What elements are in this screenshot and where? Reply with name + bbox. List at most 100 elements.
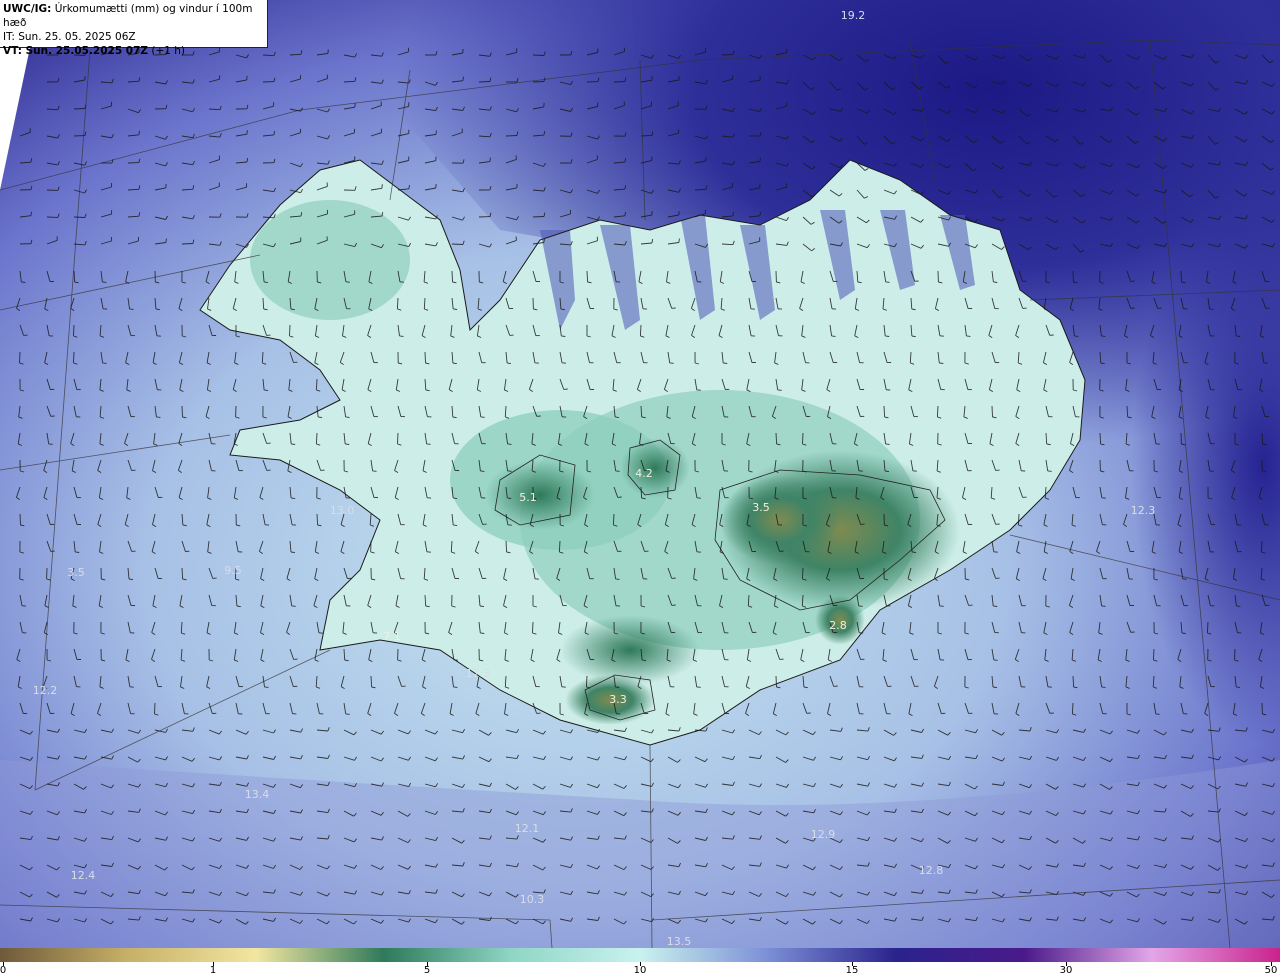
wind-barb — [1071, 702, 1074, 715]
wind-barb — [451, 270, 453, 283]
wind-barb — [73, 108, 86, 110]
wind-barb — [451, 243, 464, 245]
colorbar-tick-label: 10 — [633, 965, 647, 976]
wind-barb — [478, 81, 491, 83]
wind-barb-feather — [75, 551, 80, 553]
precip-value-label: 12.8 — [919, 864, 944, 877]
wind-barb — [370, 675, 373, 688]
wind-barb — [397, 432, 399, 445]
wind-barb-feather — [966, 335, 971, 337]
info-line-2: IT: Sun. 25. 05. 2025 06Z — [3, 31, 136, 43]
wind-barb — [775, 675, 777, 688]
lead-time: (+1 h) — [148, 45, 186, 57]
wind-barb-feather — [479, 605, 485, 608]
wind-barb-feather — [993, 605, 998, 607]
wind-barb — [19, 351, 21, 364]
wind-barb-feather — [678, 238, 680, 243]
wind-barb-feather — [480, 470, 485, 472]
wind-barb — [775, 432, 778, 445]
wind-barb-feather — [615, 578, 620, 580]
wind-barb-feather — [624, 211, 626, 216]
wind-barb — [181, 567, 184, 580]
wind-barb-feather — [345, 416, 350, 418]
map-info-box: UWC/IG: Úrkomumætti (mm) og vindur í 100… — [0, 0, 268, 57]
wind-barb-feather — [507, 443, 512, 445]
colorbar: 0 1 5 10 15 30 50 — [0, 948, 1280, 978]
precip-value-label: 2.8 — [829, 619, 847, 632]
wind-barb — [991, 405, 993, 418]
weather-map: 19.2 12.3 13.0 9.5 3.5 5.1 4.2 3.5 2.8 3.3 7.1 12.3… — [0, 0, 1280, 948]
colorbar-tick-label: 0 — [0, 965, 7, 976]
wind-barb — [181, 243, 194, 245]
wind-barb — [612, 513, 615, 526]
wind-barb-feather — [1236, 605, 1241, 607]
wind-barb — [1072, 675, 1075, 688]
wind-barb-feather — [453, 308, 458, 310]
wind-barb-feather — [291, 443, 296, 445]
wind-barb-feather — [453, 686, 458, 688]
wind-barb — [1152, 648, 1155, 661]
wind-barb-feather — [138, 130, 140, 135]
wind-barb — [532, 81, 545, 83]
precip-value-label: 12.3 — [466, 667, 491, 680]
wind-barb-feather — [246, 158, 249, 163]
precip-value-label: 19.2 — [841, 9, 866, 22]
wind-barb-feather — [290, 551, 296, 554]
colorbar-tick-label: 1 — [209, 965, 217, 976]
wind-barb-feather — [489, 157, 491, 162]
wind-barb-feather — [939, 362, 944, 364]
wind-barb — [640, 486, 643, 499]
precip-value-label: 13.0 — [330, 504, 355, 517]
precip-value-label: 9.5 — [224, 564, 242, 577]
colorbar-strip — [0, 948, 1280, 962]
wind-barb — [1099, 432, 1102, 445]
wind-barb — [1260, 540, 1263, 553]
wind-barb — [181, 405, 183, 418]
wind-barb — [73, 216, 86, 218]
precip-value-label: 4.2 — [635, 467, 653, 480]
precip-value-label: 3.5 — [67, 566, 85, 579]
wind-barb — [1206, 621, 1209, 634]
wind-barb — [1180, 270, 1182, 283]
wind-barb-feather — [128, 578, 134, 581]
wind-barb — [73, 351, 75, 364]
wind-barb-feather — [615, 686, 620, 688]
wind-barb-feather — [1236, 335, 1241, 337]
wind-barb — [802, 567, 804, 580]
colorbar-tick-label: 30 — [1059, 965, 1073, 976]
wind-barb-feather — [462, 76, 464, 81]
wind-barb-feather — [345, 443, 350, 445]
wind-barb — [316, 513, 319, 526]
wind-barb-feather — [723, 362, 728, 364]
product-code: UWC/IG: — [3, 3, 52, 15]
wind-barb — [505, 135, 518, 137]
colorbar-tick-label: 5 — [423, 965, 431, 976]
wind-barb-feather — [992, 686, 998, 689]
precip-value-label: 12.3 — [1131, 504, 1156, 517]
wind-barb-feather — [1101, 335, 1106, 337]
precip-value-label: 12.2 — [33, 684, 58, 697]
wind-barb — [154, 702, 156, 715]
wind-barb-feather — [1181, 632, 1186, 635]
wind-barb — [558, 540, 561, 553]
wind-barb-feather — [408, 184, 410, 189]
precip-value-label: 3.3 — [609, 693, 627, 706]
info-line-1: UWC/IG: Úrkomumætti (mm) og vindur í 100… — [3, 2, 264, 30]
wind-barb-feather — [831, 335, 836, 337]
info-line-3: VT: Sun. 25.05.2025 07Z (+1 h) — [3, 44, 264, 58]
wind-barb-feather — [759, 157, 761, 162]
colorbar-tick-label: 50 — [1264, 965, 1278, 976]
precip-value-label: 12.9 — [811, 828, 836, 841]
wind-barb — [640, 134, 653, 137]
wind-barb — [73, 324, 75, 337]
precip-value-label: 7.1 — [383, 630, 401, 643]
wind-barb — [532, 216, 545, 218]
wind-barb-feather — [30, 211, 32, 216]
wind-barb-feather — [993, 281, 998, 283]
colorbar-tick-label: 15 — [845, 965, 859, 976]
wind-barb-feather — [885, 443, 890, 445]
wind-barb-feather — [1101, 686, 1106, 688]
wind-barb-feather — [129, 308, 134, 310]
wind-barb — [424, 351, 426, 364]
wind-barb — [585, 675, 588, 688]
